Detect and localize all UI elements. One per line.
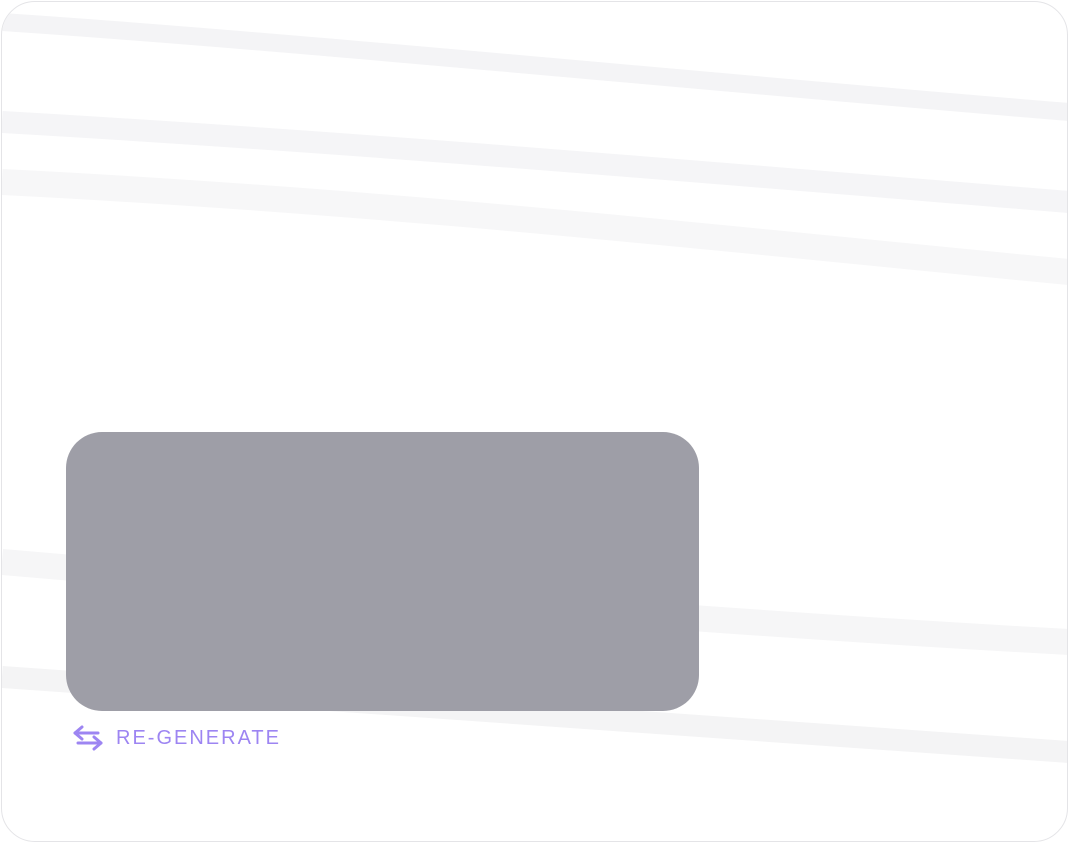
regenerate-button[interactable]: RE-GENERATE xyxy=(72,724,281,752)
swap-arrows-icon xyxy=(72,724,104,752)
generated-preview-placeholder xyxy=(66,432,699,711)
background-waves xyxy=(2,13,1067,763)
regenerate-label: RE-GENERATE xyxy=(116,727,281,749)
card-container: RE-GENERATE xyxy=(1,1,1068,842)
